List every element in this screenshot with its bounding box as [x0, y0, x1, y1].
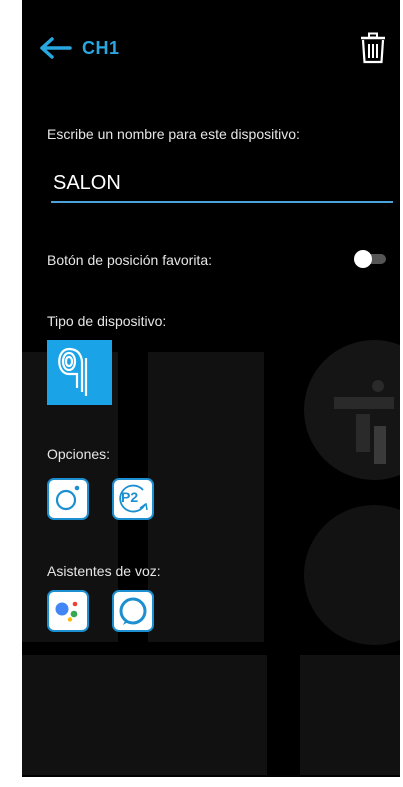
- spiral-device-icon: [58, 347, 88, 396]
- background-logo-part: [334, 397, 394, 409]
- circle-dot-icon: [55, 485, 80, 511]
- option-circle-button[interactable]: [47, 478, 89, 520]
- device-name-input[interactable]: [51, 165, 393, 203]
- device-type-button[interactable]: [47, 340, 112, 405]
- google-assistant-button[interactable]: [47, 590, 89, 632]
- page-title: CH1: [82, 38, 120, 58]
- alexa-icon: [119, 597, 147, 625]
- device-name-label: Escribe un nombre para este dispositivo:: [47, 126, 300, 142]
- background-shape: [148, 352, 264, 642]
- device-type-label: Tipo de dispositivo:: [47, 313, 167, 329]
- back-arrow-icon[interactable]: [38, 36, 72, 60]
- background-shape: [300, 655, 400, 775]
- background-logo-part: [356, 414, 370, 452]
- background-logo-part: [374, 426, 386, 464]
- p2-text: P2: [121, 489, 139, 505]
- screen: CH1 Escribe un nombre para este disposit…: [22, 0, 400, 777]
- toggle-knob: [354, 250, 372, 268]
- favorite-label: Botón de posición favorita:: [47, 252, 212, 268]
- background-logo-part: [372, 380, 384, 392]
- voice-assistants-label: Asistentes de voz:: [47, 563, 161, 579]
- background-shape: [304, 505, 400, 645]
- alexa-button[interactable]: [112, 590, 154, 632]
- trash-icon[interactable]: [360, 32, 386, 64]
- options-label: Opciones:: [47, 446, 111, 462]
- option-p2-button[interactable]: P2: [112, 478, 154, 520]
- favorite-toggle[interactable]: [354, 250, 386, 268]
- background-shape: [22, 655, 267, 775]
- google-assistant-icon: [55, 601, 78, 622]
